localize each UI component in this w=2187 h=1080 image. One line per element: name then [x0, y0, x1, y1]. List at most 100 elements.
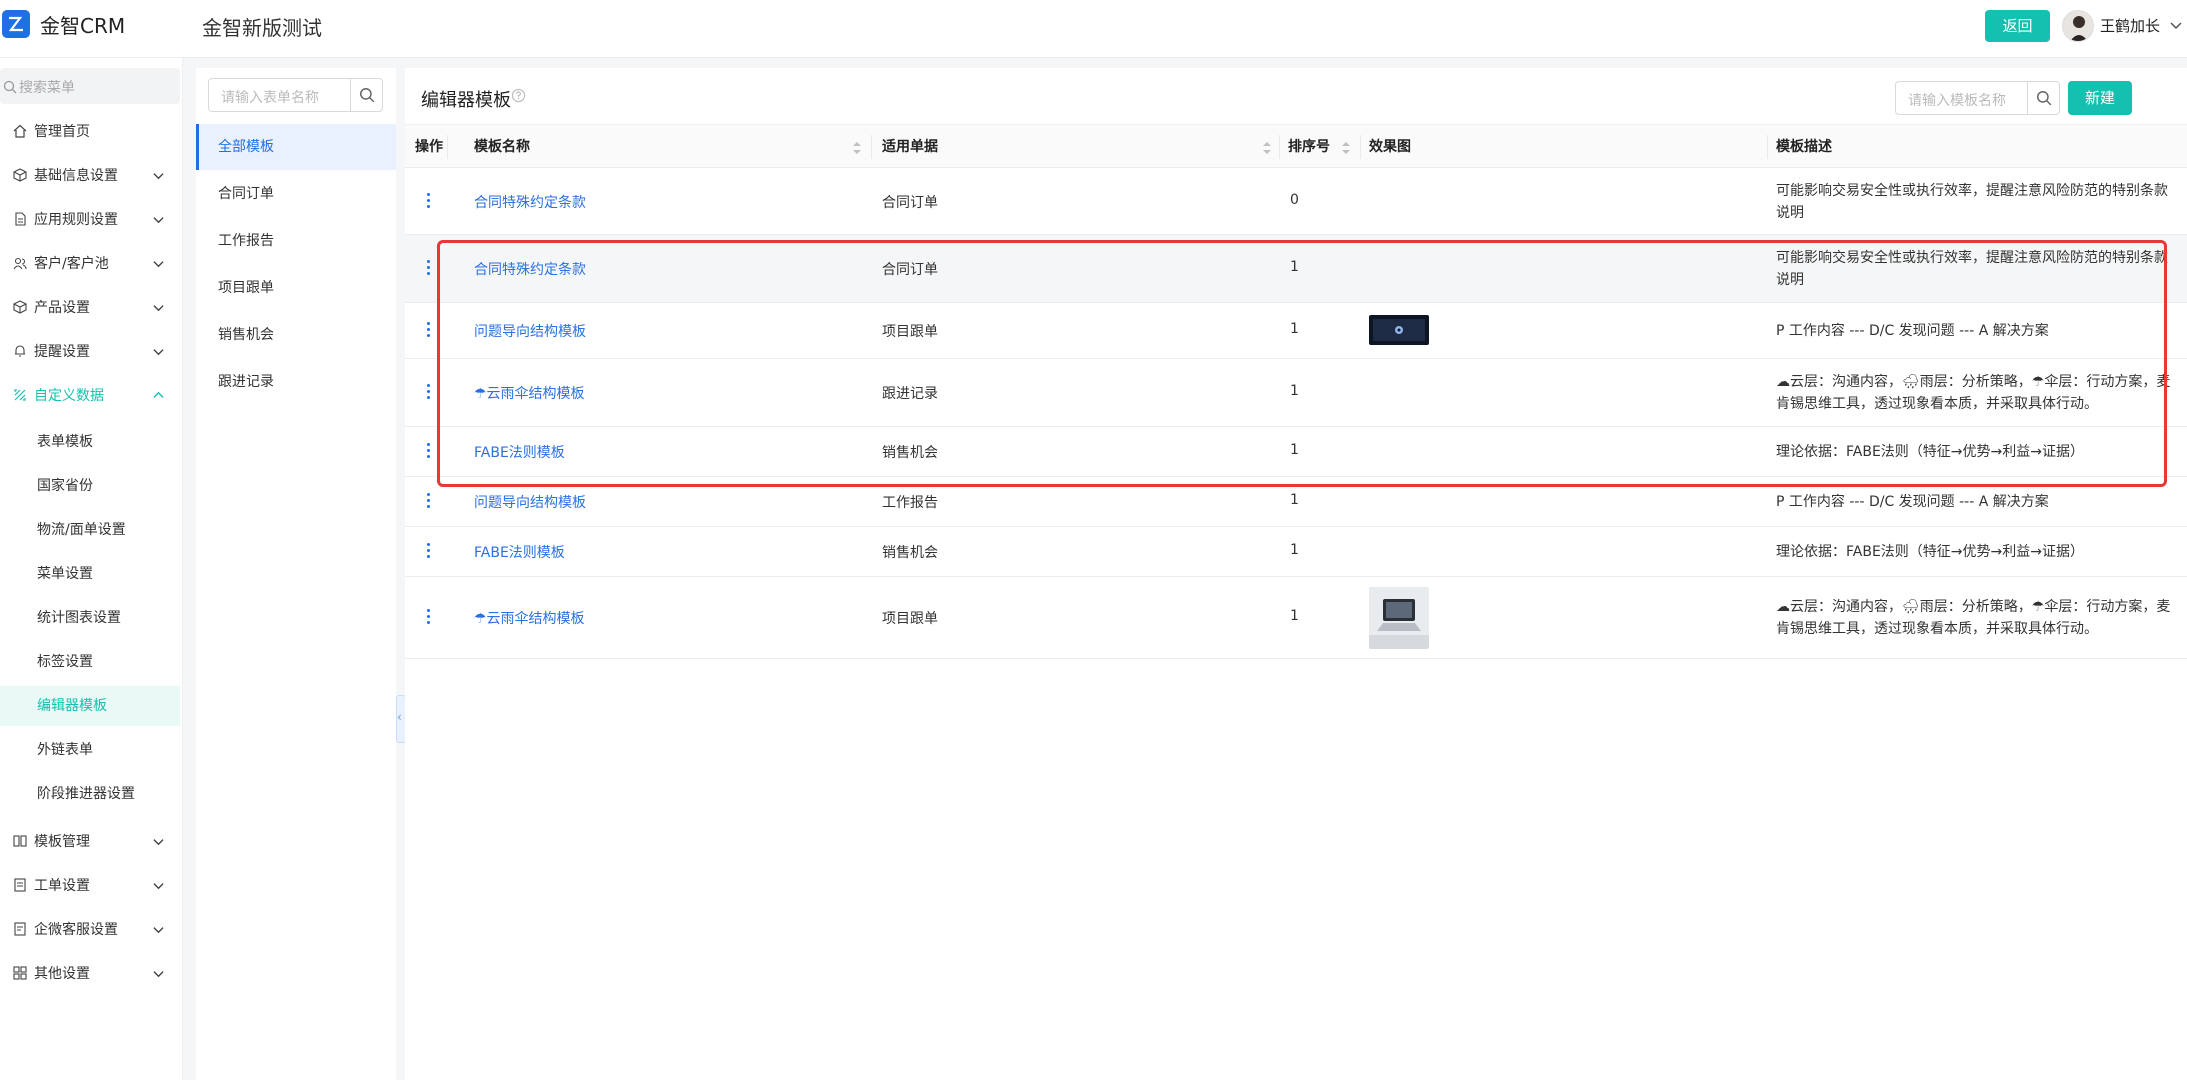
- menu-search-placeholder: 搜索菜单: [19, 80, 75, 96]
- help-icon[interactable]: [511, 88, 526, 107]
- chevron-down-icon: [153, 301, 164, 317]
- category-item-contract[interactable]: 合同订单: [196, 171, 396, 217]
- sidebar-item-reminders[interactable]: 提醒设置: [0, 331, 180, 371]
- chevron-down-icon: [153, 213, 164, 229]
- search-button[interactable]: [2027, 82, 2059, 114]
- sidebar-item-label: 基础信息设置: [34, 168, 118, 184]
- user-name[interactable]: 王鹤加长: [2100, 15, 2160, 36]
- submenu-item-stage-settings[interactable]: 阶段推进器设置: [0, 774, 180, 814]
- sidebar-item-label: 模板管理: [34, 834, 90, 850]
- sort-icon[interactable]: [1263, 140, 1271, 159]
- back-button[interactable]: 返回: [1985, 10, 2050, 42]
- cube-icon: [13, 168, 27, 182]
- sidebar-item-home[interactable]: 管理首页: [0, 111, 180, 151]
- template-name-link[interactable]: FABE法则模板: [474, 442, 565, 462]
- template-search-input[interactable]: 请输入模板名称: [1895, 81, 2060, 115]
- sidebar-item-label: 其他设置: [34, 966, 90, 982]
- more-actions-icon[interactable]: [427, 443, 431, 461]
- more-actions-icon[interactable]: [427, 260, 431, 278]
- table-row: 问题导向结构模板 工作报告 1 P 工作内容 --- D/C 发现问题 --- …: [405, 477, 2187, 527]
- more-actions-icon[interactable]: [427, 193, 431, 211]
- category-item-all[interactable]: 全部模板: [196, 124, 396, 170]
- chevron-down-icon[interactable]: [2170, 16, 2182, 35]
- more-actions-icon[interactable]: [427, 384, 431, 402]
- submenu-item-external-form[interactable]: 外链表单: [0, 730, 180, 770]
- template-name-link[interactable]: 合同特殊约定条款: [474, 259, 586, 279]
- document-type: 销售机会: [882, 445, 938, 461]
- sidebar-item-products[interactable]: 产品设置: [0, 287, 180, 327]
- ticket-icon: [13, 878, 27, 892]
- sidebar-item-template-management[interactable]: 模板管理: [0, 821, 180, 861]
- column-header-order[interactable]: 排序号: [1288, 125, 1330, 169]
- category-item-report[interactable]: 工作报告: [196, 218, 396, 264]
- submenu-item-chart-settings[interactable]: 统计图表设置: [0, 598, 180, 638]
- category-item-project[interactable]: 项目跟单: [196, 265, 396, 311]
- sidebar-item-ticket-settings[interactable]: 工单设置: [0, 865, 180, 905]
- sidebar-item-label: 应用规则设置: [34, 212, 118, 228]
- chevron-down-icon: [153, 835, 164, 851]
- sort-icon[interactable]: [853, 140, 861, 159]
- more-actions-icon[interactable]: [427, 609, 431, 627]
- sidebar-item-label: 客户/客户池: [34, 256, 109, 272]
- template-name-link[interactable]: ☂云雨伞结构模板: [474, 608, 585, 628]
- chevron-left-icon: ‹: [397, 710, 402, 724]
- new-button[interactable]: 新建: [2068, 81, 2132, 115]
- order-number: 1: [1290, 383, 1299, 399]
- template-description: 理论依据：FABE法则（特征→优势→利益→证据）: [1776, 544, 2084, 560]
- order-number: 1: [1290, 492, 1299, 508]
- sort-icon[interactable]: [1342, 140, 1350, 159]
- sidebar-item-app-rules[interactable]: 应用规则设置: [0, 199, 180, 239]
- chevron-down-icon: [153, 967, 164, 983]
- category-item-sales[interactable]: 销售机会: [196, 312, 396, 358]
- column-header-preview: 效果图: [1369, 139, 1411, 155]
- sidebar-item-label: 提醒设置: [34, 344, 90, 360]
- box-icon: [13, 300, 27, 314]
- order-number: 1: [1290, 259, 1299, 275]
- template-name-link[interactable]: 问题导向结构模板: [474, 321, 586, 341]
- preview-thumbnail[interactable]: [1369, 587, 1429, 649]
- sidebar-item-basic-info[interactable]: 基础信息设置: [0, 155, 180, 195]
- submenu-item-editor-template[interactable]: 编辑器模板: [0, 686, 180, 726]
- template-description: P 工作内容 --- D/C 发现问题 --- A 解决方案: [1776, 494, 2049, 510]
- sidebar-item-wecom-service[interactable]: 企微客服设置: [0, 909, 180, 949]
- document-type: 合同订单: [882, 262, 938, 278]
- preview-thumbnail[interactable]: [1369, 315, 1429, 345]
- sidebar-item-custom-data[interactable]: 自定义数据: [0, 375, 180, 415]
- more-actions-icon[interactable]: [427, 493, 431, 511]
- template-name-link[interactable]: FABE法则模板: [474, 542, 565, 562]
- order-number: 1: [1290, 542, 1299, 558]
- category-item-followup[interactable]: 跟进记录: [196, 359, 396, 405]
- chevron-down-icon: [153, 923, 164, 939]
- category-search-placeholder: 请输入表单名称: [221, 90, 319, 106]
- category-search-input[interactable]: 请输入表单名称: [208, 78, 383, 112]
- sidebar-item-other-settings[interactable]: 其他设置: [0, 953, 180, 993]
- submenu-item-menu-settings[interactable]: 菜单设置: [0, 554, 180, 594]
- order-number: 1: [1290, 442, 1299, 458]
- submenu-item-tag-settings[interactable]: 标签设置: [0, 642, 180, 682]
- order-number: 1: [1290, 321, 1299, 337]
- submenu-item-logistics[interactable]: 物流/面单设置: [0, 510, 180, 550]
- logo-icon: [2, 10, 30, 38]
- menu-search-input[interactable]: 搜索菜单: [0, 68, 180, 104]
- sidebar-item-customers[interactable]: 客户/客户池: [0, 243, 180, 283]
- custom-data-icon: [13, 388, 27, 402]
- app-name: 金智CRM: [40, 14, 126, 38]
- document-icon: [13, 212, 27, 226]
- more-actions-icon[interactable]: [427, 543, 431, 561]
- submenu-item-country-province[interactable]: 国家省份: [0, 466, 180, 506]
- chevron-down-icon: [153, 879, 164, 895]
- column-header-name[interactable]: 模板名称: [474, 125, 530, 169]
- column-header-document[interactable]: 适用单据: [882, 125, 938, 169]
- template-name-link[interactable]: 问题导向结构模板: [474, 492, 586, 512]
- more-actions-icon[interactable]: [427, 322, 431, 340]
- sidebar-item-label: 产品设置: [34, 300, 90, 316]
- chevron-up-icon: [153, 389, 164, 405]
- submenu-item-form-template[interactable]: 表单模板: [0, 422, 180, 462]
- template-name-link[interactable]: 合同特殊约定条款: [474, 192, 586, 212]
- template-name-link[interactable]: ☂云雨伞结构模板: [474, 383, 585, 403]
- search-button[interactable]: [350, 79, 382, 111]
- column-divider: [1767, 135, 1768, 159]
- column-divider: [1279, 135, 1280, 159]
- table-row: ☂云雨伞结构模板 项目跟单 1 ☁云层：沟通内容，🌧雨层：分析策略，☂伞层：行动…: [405, 577, 2187, 659]
- avatar[interactable]: [2062, 10, 2094, 42]
